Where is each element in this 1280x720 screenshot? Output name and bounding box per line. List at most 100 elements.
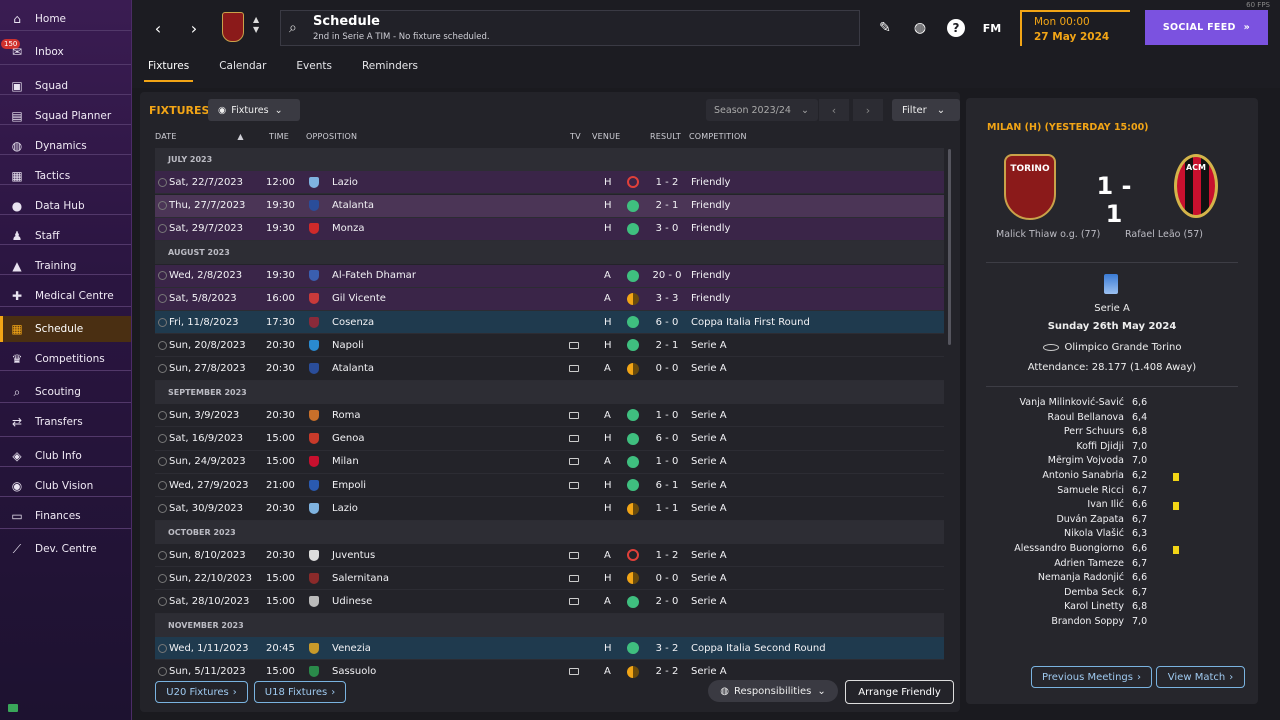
sidebar-item-tactics[interactable]: ▦ Tactics <box>0 163 131 189</box>
forward-arrow-icon[interactable]: › <box>184 18 204 38</box>
prev-season-button[interactable]: ‹ <box>819 99 849 121</box>
fixture-score[interactable]: 2 - 1 <box>652 340 682 351</box>
player-name[interactable]: Brandon Soppy <box>1051 616 1124 627</box>
fixture-competition[interactable]: Friendly <box>691 177 730 188</box>
player-rating-row[interactable]: Alessandro Buongiorno 6,6 <box>966 543 1258 558</box>
tab-events[interactable]: Events <box>292 60 336 82</box>
fixture-row[interactable]: Sat, 28/10/2023 15:00 Udinese A 2 - 0 Serie A <box>155 591 944 614</box>
player-name[interactable]: Vanja Milinković-Savić <box>1020 397 1124 408</box>
sidebar-item-schedule[interactable]: ▦ Schedule <box>0 316 131 342</box>
player-name[interactable]: Nemanja Radonjić <box>1038 572 1124 583</box>
sidebar-item-medical-centre[interactable]: ✚ Medical Centre <box>0 283 131 309</box>
player-name[interactable]: Samuele Ricci <box>1057 485 1124 496</box>
player-name[interactable]: Duván Zapata <box>1056 514 1124 525</box>
player-name[interactable]: Perr Schuurs <box>1064 426 1124 437</box>
opponent-name[interactable]: Udinese <box>332 596 372 607</box>
fixture-competition[interactable]: Serie A <box>691 433 727 444</box>
sidebar-item-training[interactable]: ▲ Training <box>0 253 131 279</box>
col-result[interactable]: RESULT <box>650 132 681 141</box>
u20-fixtures-button[interactable]: U20 Fixtures › <box>155 681 248 703</box>
fixture-competition[interactable]: Serie A <box>691 410 727 421</box>
fixture-competition[interactable]: Friendly <box>691 293 730 304</box>
player-name[interactable]: Adrien Tameze <box>1054 558 1124 569</box>
fixture-score[interactable]: 1 - 0 <box>652 456 682 467</box>
fixture-score[interactable]: 1 - 0 <box>652 410 682 421</box>
date-continue[interactable]: Mon 00:00 27 May 2024 <box>1020 10 1130 46</box>
fixture-row[interactable]: Sat, 22/7/2023 12:00 Lazio H 1 - 2 Friendly <box>155 171 944 195</box>
tab-fixtures[interactable]: Fixtures <box>144 60 194 82</box>
fixture-competition[interactable]: Serie A <box>691 573 727 584</box>
filter-button[interactable]: Filter ⌄ <box>892 99 960 121</box>
fixture-score[interactable]: 2 - 2 <box>652 666 682 677</box>
sidebar-item-competitions[interactable]: ♛ Competitions <box>0 346 131 372</box>
opponent-name[interactable]: Juventus <box>332 550 375 561</box>
opponent-name[interactable]: Roma <box>332 410 361 421</box>
sidebar-item-dev-centre[interactable]: ⟋ Dev. Centre <box>0 536 131 562</box>
back-arrow-icon[interactable]: ‹ <box>148 18 168 38</box>
col-venue[interactable]: VENUE <box>592 132 620 141</box>
sidebar-item-data-hub[interactable]: ● Data Hub <box>0 193 131 219</box>
opponent-name[interactable]: Empoli <box>332 480 366 491</box>
opponent-name[interactable]: Atalanta <box>332 363 374 374</box>
fixture-score[interactable]: 3 - 0 <box>652 223 682 234</box>
player-name[interactable]: Raoul Bellanova <box>1048 412 1124 423</box>
opponent-name[interactable]: Lazio <box>332 503 358 514</box>
col-tv[interactable]: TV <box>570 132 581 141</box>
player-rating-row[interactable]: Demba Seck 6,7 <box>966 587 1258 602</box>
fixture-competition[interactable]: Serie A <box>691 456 727 467</box>
next-season-button[interactable]: › <box>853 99 883 121</box>
fixture-score[interactable]: 6 - 0 <box>652 433 682 444</box>
col-opposition[interactable]: OPPOSITION <box>306 132 357 141</box>
fixture-score[interactable]: 1 - 1 <box>652 503 682 514</box>
fixture-competition[interactable]: Serie A <box>691 596 727 607</box>
fixture-competition[interactable]: Serie A <box>691 480 727 491</box>
player-rating-row[interactable]: Mërgim Vojvoda 7,0 <box>966 455 1258 470</box>
player-name[interactable]: Alessandro Buongiorno <box>1014 543 1124 554</box>
fixture-row[interactable]: Sat, 30/9/2023 20:30 Lazio H 1 - 1 Serie A <box>155 498 944 521</box>
fixture-row[interactable]: Sun, 5/11/2023 15:00 Sassuolo A 2 - 2 Serie A <box>155 661 944 682</box>
season-dropdown[interactable]: Season 2023/24 ⌄ <box>706 99 818 121</box>
opponent-name[interactable]: Salernitana <box>332 573 389 584</box>
player-rating-row[interactable]: Koffi Djidji 7,0 <box>966 441 1258 456</box>
fixture-competition[interactable]: Friendly <box>691 200 730 211</box>
fm-menu-button[interactable]: FM <box>982 18 1002 38</box>
player-rating-row[interactable]: Ivan Ilić 6,6 <box>966 499 1258 514</box>
player-name[interactable]: Nikola Vlašić <box>1064 528 1124 539</box>
fixture-score[interactable]: 3 - 2 <box>652 643 682 654</box>
player-rating-row[interactable]: Karol Linetty 6,8 <box>966 601 1258 616</box>
player-rating-row[interactable]: Adrien Tameze 6,7 <box>966 558 1258 573</box>
club-crest-icon[interactable] <box>222 12 244 42</box>
fixture-competition[interactable]: Coppa Italia Second Round <box>691 643 826 654</box>
sidebar-item-club-vision[interactable]: ◉ Club Vision <box>0 473 131 499</box>
player-rating-row[interactable]: Samuele Ricci 6,7 <box>966 485 1258 500</box>
fixture-row[interactable]: Sun, 24/9/2023 15:00 Milan A 1 - 0 Serie A <box>155 451 944 474</box>
fixture-row[interactable]: Wed, 2/8/2023 19:30 Al-Fateh Dhamar A 20 - 0… <box>155 264 944 288</box>
fixture-score[interactable]: 3 - 3 <box>652 293 682 304</box>
fixture-score[interactable]: 20 - 0 <box>652 270 682 281</box>
player-rating-row[interactable]: Vanja Milinković-Savić 6,6 <box>966 397 1258 412</box>
fixture-competition[interactable]: Serie A <box>691 363 727 374</box>
fixture-score[interactable]: 6 - 1 <box>652 480 682 491</box>
player-name[interactable]: Ivan Ilić <box>1087 499 1124 510</box>
sidebar-item-home[interactable]: ⌂ Home <box>0 6 131 32</box>
sidebar-item-squad[interactable]: ▣ Squad <box>0 73 131 99</box>
opponent-name[interactable]: Genoa <box>332 433 365 444</box>
fixture-score[interactable]: 6 - 0 <box>652 317 682 328</box>
opponent-name[interactable]: Monza <box>332 223 364 234</box>
col-competition[interactable]: COMPETITION <box>689 132 747 141</box>
opponent-name[interactable]: Gil Vicente <box>332 293 386 304</box>
fixture-row[interactable]: Sun, 8/10/2023 20:30 Juventus A 1 - 2 Serie A <box>155 544 944 568</box>
fixture-row[interactable]: Wed, 27/9/2023 21:00 Empoli H 6 - 1 Serie A <box>155 474 944 498</box>
fixture-competition[interactable]: Serie A <box>691 666 727 677</box>
player-rating-row[interactable]: Antonio Sanabria 6,2 <box>966 470 1258 485</box>
fixture-competition[interactable]: Friendly <box>691 270 730 281</box>
tab-calendar[interactable]: Calendar <box>215 60 270 82</box>
sidebar-item-squad-planner[interactable]: ▤ Squad Planner <box>0 103 131 129</box>
fixture-row[interactable]: Sat, 29/7/2023 19:30 Monza H 3 - 0 Friendly <box>155 217 944 241</box>
opponent-name[interactable]: Atalanta <box>332 200 374 211</box>
col-time[interactable]: TIME <box>269 132 289 141</box>
player-rating-row[interactable]: Raoul Bellanova 6,4 <box>966 412 1258 427</box>
fixture-score[interactable]: 2 - 0 <box>652 596 682 607</box>
sidebar-item-scouting[interactable]: ⌕ Scouting <box>0 379 131 405</box>
club-switch-icon[interactable]: ▲ ▼ <box>253 15 259 35</box>
